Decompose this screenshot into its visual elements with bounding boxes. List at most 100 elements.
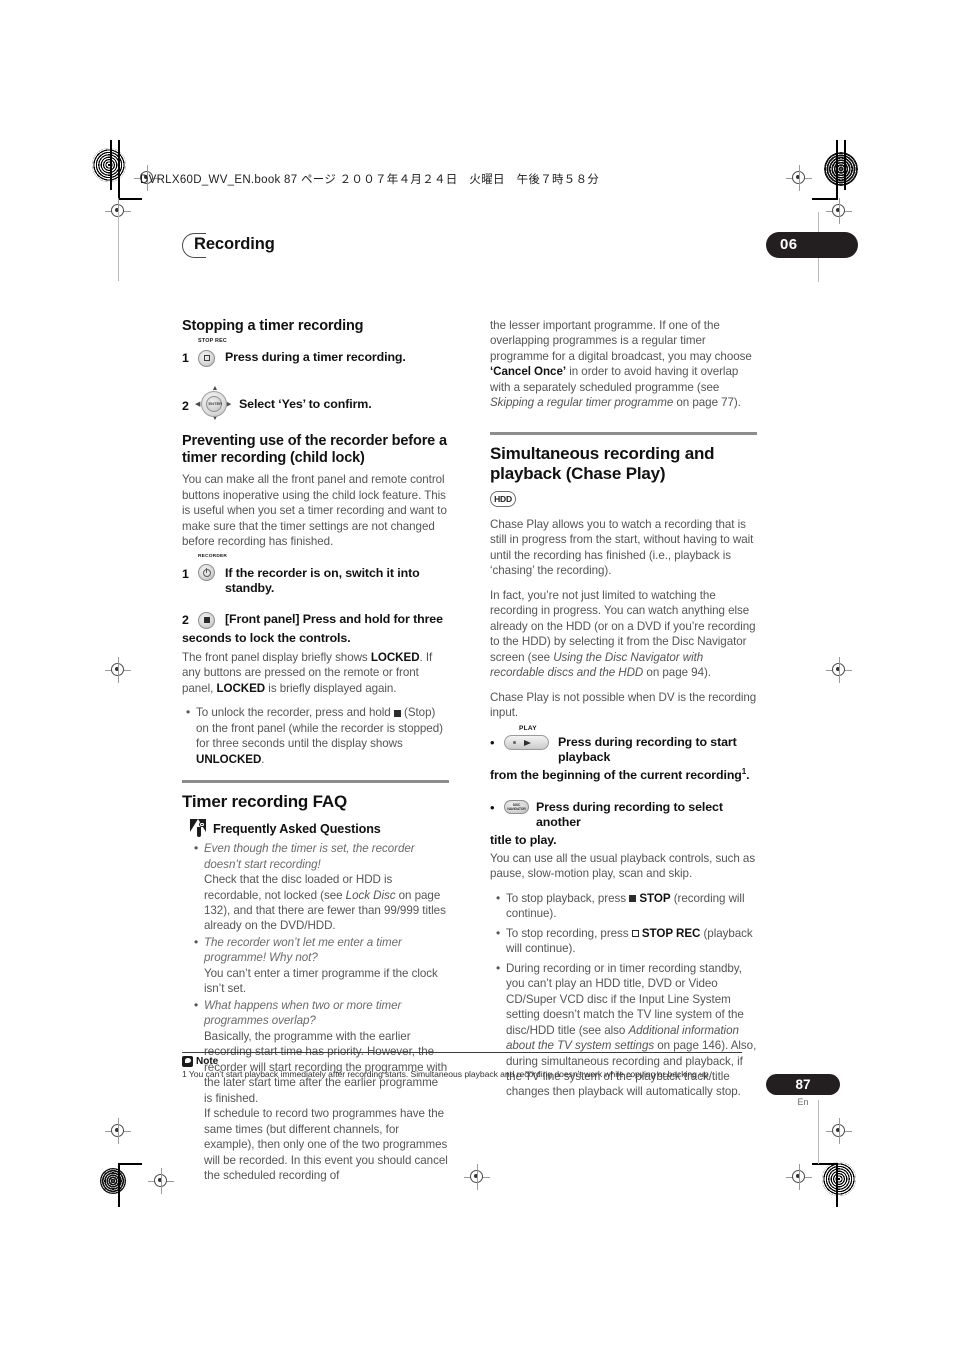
child-lock-intro: You can make all the front panel and rem…	[182, 473, 447, 549]
crop-mark-top-left-inner	[110, 140, 120, 190]
faq-answer: You can’t enter a timer programme if the…	[204, 966, 438, 996]
play-button-caption: PLAY	[519, 724, 537, 732]
action-bullet: •	[490, 734, 495, 750]
footnote-text: 1 You can’t start playback immediately a…	[182, 1069, 711, 1080]
play-triangle-icon	[524, 739, 531, 746]
action-text-line1: Press during recording to start playback	[558, 734, 737, 764]
step-number: 1	[182, 351, 189, 366]
stop-rec-button-caption: STOP REC	[198, 338, 227, 345]
recorder-standby-button-icon: RECORDER	[198, 554, 227, 582]
playback-controls-note: You can use all the usual playback contr…	[490, 851, 756, 881]
action-play: • PLAY Press during recording to start p…	[490, 725, 757, 784]
note-icon	[182, 1056, 193, 1068]
step-number: 2	[182, 613, 189, 628]
step-lock-controls: 2 [Front panel] Press and hold for three…	[182, 610, 449, 646]
chase-play-para-3: Chase Play is not possible when DV is th…	[490, 690, 757, 720]
crop-mark-top-right-inner	[836, 140, 846, 190]
registration-mark-top-right	[786, 165, 812, 191]
book-file-header: DVRLX60D_WV_EN.book 87 ページ ２００７年４月２４日 火曜…	[140, 174, 600, 186]
faq-subheading: Frequently Asked Questions	[213, 821, 381, 836]
section-rule-chase-play	[490, 431, 757, 435]
list-item: To stop recording, press STOP REC (playb…	[496, 925, 757, 957]
chapter-number-label: 06	[780, 236, 798, 253]
chase-play-para-1: Chase Play allows you to watch a recordi…	[490, 517, 754, 578]
crop-mark-bottom-right	[812, 1163, 838, 1207]
crop-mark-bottom-left	[118, 1163, 142, 1207]
stop-square-icon	[393, 709, 401, 717]
footnote-label: Note	[196, 1056, 219, 1068]
faq-answer-cont: If schedule to record two programmes hav…	[204, 1107, 448, 1182]
guide-line-left-upper	[118, 211, 119, 281]
registration-mark-right-middle	[826, 657, 852, 683]
list-item: The recorder won’t let me enter a timer …	[194, 934, 449, 997]
heading-chase-play: Simultaneous recording and playback (Cha…	[490, 444, 757, 484]
list-item: What happens when two or more timer prog…	[194, 997, 449, 1184]
child-lock-locked-note: The front panel display briefly shows LO…	[182, 650, 433, 695]
list-item: Even though the timer is set, the record…	[194, 840, 449, 934]
faq-question: What happens when two or more timer prog…	[204, 998, 402, 1028]
registration-mark-left-lower	[105, 1118, 131, 1144]
chapter-number-badge: 06	[766, 232, 858, 258]
page-language-label: En	[797, 1097, 809, 1107]
footnote-reference: 1	[741, 767, 747, 777]
action-bullet: •	[490, 799, 495, 815]
cursor-left-arrow-icon: ◀	[195, 400, 201, 408]
registration-mark-right-upper	[826, 198, 852, 224]
play-button-icon: PLAY	[504, 725, 549, 750]
step-text: If the recorder is on, switch it into st…	[225, 565, 420, 596]
stop-square-icon	[629, 895, 637, 903]
heading-child-lock: Preventing use of the recorder before a …	[182, 433, 447, 467]
step-text-line1: [Front panel] Press and hold for three	[225, 612, 443, 627]
step-text-line2: seconds to lock the controls.	[182, 631, 351, 646]
step-text: Select ‘Yes’ to confirm.	[239, 396, 372, 411]
faq-answer: Check that the disc loaded or HDD is rec…	[204, 873, 446, 933]
page-title: Recording	[194, 235, 275, 253]
enter-button-caption: ENTER	[208, 401, 223, 407]
faq-question: Even though the timer is set, the record…	[204, 842, 415, 871]
child-lock-bullet-list: To unlock the recorder, press and hold (…	[182, 704, 449, 767]
running-head-mask	[206, 231, 766, 260]
faq-list: Even though the timer is set, the record…	[182, 840, 449, 1184]
registration-mark-right-lower	[826, 1118, 852, 1144]
hdd-media-badge: HDD	[490, 490, 516, 507]
stop-rec-button-icon: STOP REC	[198, 338, 227, 367]
footnote-zone: Note 1 You can’t start playback immediat…	[182, 1052, 742, 1080]
step-standby: 1 RECORDER If the recorder is on, switch…	[182, 554, 449, 597]
heading-timer-recording-faq: Timer recording FAQ	[182, 792, 347, 812]
list-item: To stop playback, press STOP (recording …	[496, 890, 757, 922]
registration-mark-bottom-right	[786, 1164, 812, 1190]
action-text-line1: Press during recording to select another	[536, 799, 723, 830]
overlap-continuation-text: the lesser important programme. If one o…	[490, 319, 752, 410]
faq-question-icon	[190, 819, 207, 838]
faq-subheading-row: Frequently Asked Questions	[190, 819, 449, 838]
step-select-yes: 2 ▲ ▼ ◀ ▶ ENTER Select ‘Yes’ to confirm.	[182, 385, 449, 422]
action-text-line2: from the beginning of the current record…	[490, 767, 750, 783]
list-item: To unlock the recorder, press and hold (…	[186, 704, 449, 767]
page-number-label: 87	[795, 1077, 811, 1092]
stop-rec-square-icon	[631, 930, 639, 938]
section-rule-faq	[182, 780, 449, 784]
heading-chase-play-line2: playback (Chase Play)	[490, 463, 666, 483]
registration-mark-bottom-center	[464, 1164, 490, 1190]
recorder-button-caption: RECORDER	[198, 553, 228, 559]
stop-button-icon	[198, 610, 218, 629]
right-column: the lesser important programme. If one o…	[490, 318, 757, 1109]
faq-question: The recorder won’t let me enter a timer …	[204, 935, 402, 965]
step-stop-rec: 1 STOP REC Press during a timer recordin…	[182, 338, 449, 368]
page-number-badge: 87	[766, 1074, 840, 1095]
disc-navigator-caption-line2: NAVIGATOR	[507, 806, 526, 811]
footnote-rule	[182, 1052, 742, 1054]
action-text-line2: title to play.	[490, 832, 557, 847]
step-number: 1	[182, 566, 189, 581]
cursor-pad-enter-icon: ▲ ▼ ◀ ▶ ENTER	[195, 385, 232, 422]
guide-line-right-lower	[818, 1100, 819, 1164]
heading-chase-play-line1: Simultaneous recording and	[490, 443, 715, 463]
action-disc-navigator: • DISC NAVIGATOR Press during recording …	[490, 799, 757, 848]
footnote-heading-row: Note	[182, 1056, 742, 1068]
chase-play-para-2: In fact, you’re not just limited to watc…	[490, 588, 756, 680]
disc-navigator-button-icon: DISC NAVIGATOR	[504, 799, 529, 814]
registration-mark-left-middle	[105, 657, 131, 683]
heading-stopping-timer-recording: Stopping a timer recording	[182, 318, 364, 334]
registration-mark-bottom-left	[148, 1168, 174, 1194]
action-text-line2-main: from the beginning of the current record…	[490, 768, 742, 783]
